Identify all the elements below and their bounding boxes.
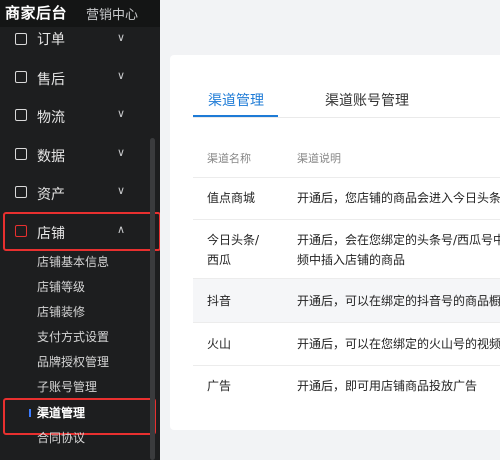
channel-name: 今日头条/ 西瓜 bbox=[207, 233, 260, 267]
sidebar: 商家后台 营销中心 订单 ∨ 售后 ∨ 物流 ∨ 数据 ∨ 资产 ∨ 店铺 ∧ … bbox=[0, 0, 160, 460]
column-header-description: 渠道说明 bbox=[297, 152, 341, 165]
sidebar-item-label: 物流 bbox=[37, 110, 65, 126]
tab-channel-accounts[interactable]: 渠道账号管理 bbox=[325, 90, 409, 110]
sub-item-payment-settings[interactable]: 支付方式设置 bbox=[0, 324, 150, 349]
channel-description: 开通后，可以在您绑定的火山号的视频、 bbox=[297, 337, 500, 351]
channel-description: 开通后，会在您绑定的头条号/西瓜号中 频中插入店铺的商品 bbox=[297, 233, 500, 267]
sub-item-label: 店铺装修 bbox=[37, 305, 86, 319]
chevron-down-icon: ∨ bbox=[117, 69, 126, 82]
sidebar-item-label: 资产 bbox=[37, 187, 65, 203]
table-row[interactable]: 今日头条/ 西瓜 开通后，会在您绑定的头条号/西瓜号中 频中插入店铺的商品 bbox=[193, 219, 500, 279]
table-row[interactable]: 值点商城 开通后，您店铺的商品会进入今日头条/ bbox=[193, 177, 500, 220]
sidebar-item-label: 售后 bbox=[37, 72, 65, 88]
sidebar-item-after-sales[interactable]: 售后 ∨ bbox=[0, 61, 150, 97]
sub-item-label: 品牌授权管理 bbox=[37, 355, 110, 369]
sub-item-brand-authorization[interactable]: 品牌授权管理 bbox=[0, 349, 150, 374]
channel-name: 广告 bbox=[207, 379, 232, 393]
table-row[interactable]: 广告 开通后，即可用店铺商品投放广告 bbox=[193, 365, 500, 409]
chevron-down-icon: ∨ bbox=[117, 146, 126, 159]
sidebar-scrollbar[interactable] bbox=[150, 138, 155, 460]
sub-item-label: 合同协议 bbox=[37, 431, 86, 445]
sub-item-contracts[interactable]: 合同协议 bbox=[0, 425, 150, 450]
channel-description: 开通后，您店铺的商品会进入今日头条/ bbox=[297, 191, 500, 205]
sidebar-item-label: 数据 bbox=[37, 149, 65, 165]
sub-item-label: 店铺基本信息 bbox=[37, 255, 110, 269]
table-row[interactable]: 火山 开通后，可以在您绑定的火山号的视频、 bbox=[193, 322, 500, 366]
brand-title[interactable]: 商家后台 bbox=[5, 2, 67, 23]
sub-item-store-decoration[interactable]: 店铺装修 bbox=[0, 299, 150, 324]
column-header-name: 渠道名称 bbox=[207, 152, 251, 165]
sub-item-label: 店铺等级 bbox=[37, 280, 86, 294]
main-panel: 渠道管理 渠道账号管理 渠道名称 渠道说明 值点商城 开通后，您店铺的商品会进入… bbox=[170, 55, 500, 430]
sub-item-sub-accounts[interactable]: 子账号管理 bbox=[0, 374, 150, 399]
sidebar-item-logistics[interactable]: 物流 ∨ bbox=[0, 99, 150, 135]
bar-chart-icon bbox=[15, 148, 27, 160]
chevron-down-icon: ∨ bbox=[117, 31, 126, 44]
channel-name: 抖音 bbox=[207, 294, 232, 308]
sidebar-item-assets[interactable]: 资产 ∨ bbox=[0, 176, 150, 212]
channel-name: 火山 bbox=[207, 337, 232, 351]
sidebar-item-orders[interactable]: 订单 ∨ bbox=[0, 23, 150, 59]
channel-description: 开通后，可以在绑定的抖音号的商品橱窗 bbox=[297, 294, 500, 308]
active-tab-underline bbox=[193, 115, 278, 117]
sub-item-label: 子账号管理 bbox=[37, 380, 98, 394]
sub-item-store-level[interactable]: 店铺等级 bbox=[0, 274, 150, 299]
tab-channel-management[interactable]: 渠道管理 bbox=[208, 90, 264, 110]
tab-divider bbox=[193, 117, 500, 118]
truck-icon bbox=[15, 109, 27, 121]
sub-item-label: 支付方式设置 bbox=[37, 330, 110, 344]
table-row[interactable]: 抖音 开通后，可以在绑定的抖音号的商品橱窗 bbox=[193, 278, 500, 323]
sub-item-store-info[interactable]: 店铺基本信息 bbox=[0, 249, 150, 274]
sidebar-item-label: 订单 bbox=[37, 32, 65, 48]
channel-description: 开通后，即可用店铺商品投放广告 bbox=[297, 379, 478, 393]
store-highlight-box bbox=[3, 212, 160, 251]
channel-name: 值点商城 bbox=[207, 191, 256, 205]
marketing-center-link[interactable]: 营销中心 bbox=[86, 4, 138, 23]
chevron-down-icon: ∨ bbox=[117, 184, 126, 197]
order-icon bbox=[15, 33, 27, 45]
chevron-down-icon: ∨ bbox=[117, 107, 126, 120]
sidebar-item-data[interactable]: 数据 ∨ bbox=[0, 138, 150, 174]
wallet-icon bbox=[15, 186, 27, 198]
after-sales-icon bbox=[15, 71, 27, 83]
